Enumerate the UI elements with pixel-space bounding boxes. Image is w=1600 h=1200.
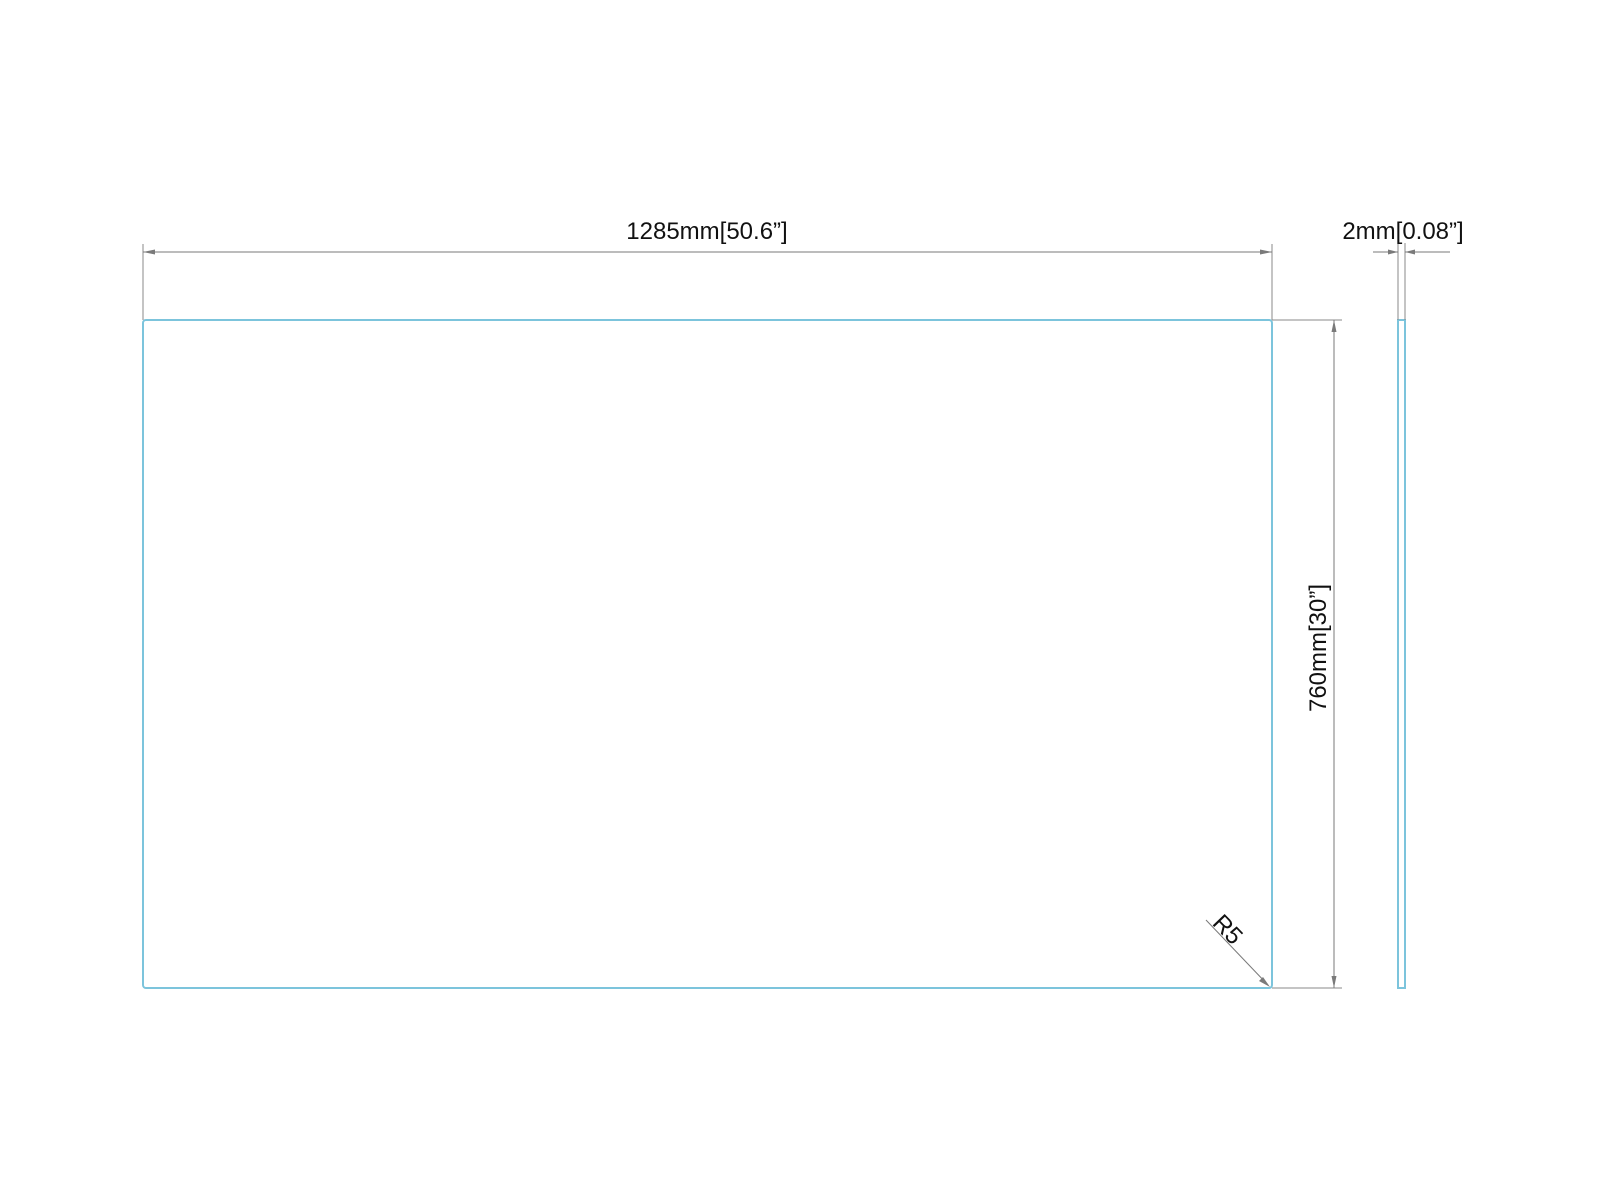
panel-side-view	[1397, 319, 1406, 989]
technical-drawing: 1285mm[50.6”] 760mm[30”] 2mm[0.08”] R5	[142, 218, 1464, 989]
corner-radius-label: R5	[1207, 909, 1248, 950]
height-dimension-label: 760mm[30”]	[1305, 584, 1332, 712]
width-dimension-label: 1285mm[50.6”]	[626, 218, 787, 245]
thickness-dimension-label: 2mm[0.08”]	[1342, 218, 1463, 245]
width-dimension: 1285mm[50.6”]	[142, 218, 1273, 320]
thickness-dimension: 2mm[0.08”]	[1342, 218, 1464, 320]
panel-front-view	[142, 319, 1273, 989]
height-dimension: 760mm[30”]	[1272, 319, 1342, 989]
corner-radius-callout: R5	[1205, 909, 1270, 987]
